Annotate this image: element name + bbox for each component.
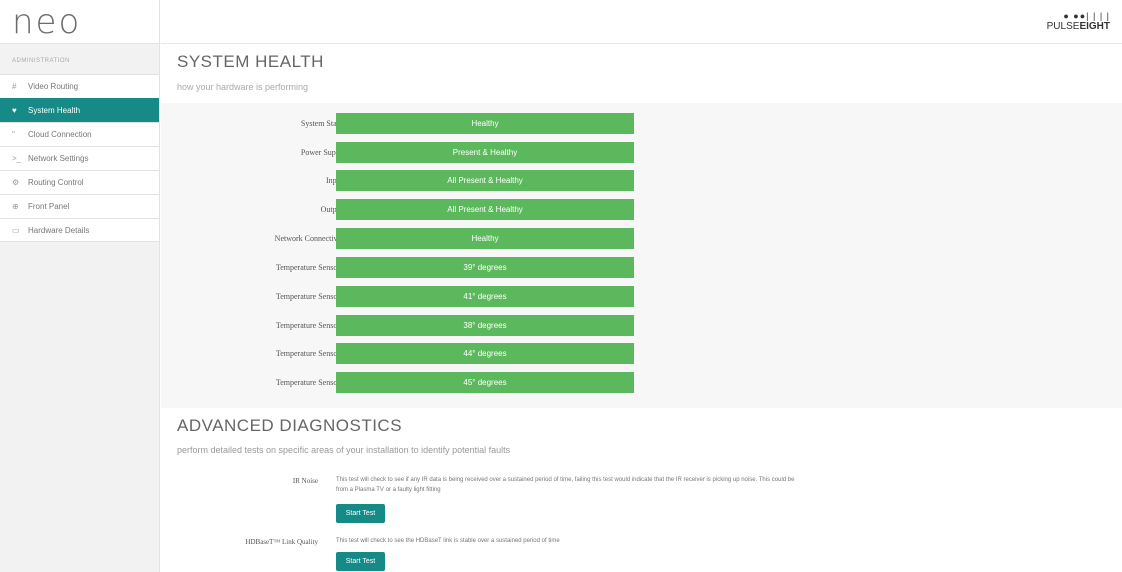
pulse-eight-logo[interactable]: ● ●●| | | | PULSEEIGHT (1047, 11, 1110, 33)
status-badge: Present & Healthy (336, 142, 634, 163)
gears-icon: ⚙ (12, 178, 20, 187)
sidebar-item-cloud-connection[interactable]: ʺ Cloud Connection (0, 122, 159, 146)
health-row: Power Supply Present & Healthy (161, 142, 1122, 164)
status-badge: 41° degrees (336, 286, 634, 307)
sidebar-item-front-panel[interactable]: ⊕ Front Panel (0, 194, 159, 218)
sidebar-item-label: Hardware Details (28, 225, 90, 235)
start-test-hdbaset-button[interactable]: Start Test (336, 552, 385, 571)
diagnostics-subtitle: perform detailed tests on specific areas… (177, 445, 511, 455)
sidebar-item-label: Routing Control (28, 178, 84, 187)
health-row: Temperature Sensor 5 45° degrees (161, 372, 1122, 394)
sidebar-item-label: System Health (28, 106, 81, 115)
sidebar-item-routing-control[interactable]: ⚙ Routing Control (0, 170, 159, 194)
status-badge: 38° degrees (336, 315, 634, 336)
health-row: Network Connectivity Healthy (161, 228, 1122, 250)
sidebar-item-hardware-details[interactable]: ▭ Hardware Details (0, 218, 159, 242)
status-badge: 39° degrees (336, 257, 634, 278)
health-status-panel: System Status Healthy Power Supply Prese… (161, 103, 1122, 408)
sidebar-item-system-health[interactable]: ♥ System Health (0, 98, 159, 122)
sidebar: neo ADMINISTRATION # Video Routing ♥ Sys… (0, 0, 160, 572)
terminal-icon: >_ (12, 154, 22, 163)
sidebar-item-label: Front Panel (28, 202, 70, 211)
hash-icon: # (12, 82, 17, 91)
health-row: Inputs All Present & Healthy (161, 170, 1122, 192)
health-row: Temperature Sensor 4 44° degrees (161, 343, 1122, 365)
sidebar-item-video-routing[interactable]: # Video Routing (0, 74, 159, 98)
page-subtitle: how your hardware is performing (177, 82, 309, 92)
health-row: Temperature Sensor 2 41° degrees (161, 286, 1122, 308)
diagnostics-title: ADVANCED DIAGNOSTICS (177, 416, 403, 435)
health-row: Outputs All Present & Healthy (161, 199, 1122, 221)
status-badge: All Present & Healthy (336, 170, 634, 191)
test-description-ir-noise: This test will check to see if any IR da… (336, 477, 795, 493)
sidebar-item-label: Cloud Connection (28, 130, 92, 139)
top-bar: ● ●●| | | | PULSEEIGHT (161, 0, 1122, 44)
test-label-ir-noise: IR Noise (292, 477, 318, 485)
status-badge: 45° degrees (336, 372, 634, 393)
start-test-ir-noise-button[interactable]: Start Test (336, 504, 385, 523)
status-badge: 44° degrees (336, 343, 634, 364)
nav-heading: ADMINISTRATION (12, 58, 70, 64)
status-badge: Healthy (336, 228, 634, 249)
health-row: Temperature Sensor 1 39° degrees (161, 257, 1122, 279)
heart-icon: ♥ (12, 106, 17, 115)
diagnostics-header: ADVANCED DIAGNOSTICS perform detailed te… (161, 408, 1122, 455)
panel-icon: ⊕ (12, 202, 19, 211)
brand-name-light: PULSE (1046, 21, 1080, 32)
brand-dots-icon: ● ●●| | | | (1063, 11, 1110, 21)
neo-logo[interactable]: neo (12, 4, 159, 40)
signal-icon: ʺ (12, 130, 15, 139)
status-badge: All Present & Healthy (336, 199, 634, 220)
health-row: System Status Healthy (161, 113, 1122, 135)
sidebar-item-label: Network Settings (28, 154, 89, 163)
status-badge: Healthy (336, 113, 634, 134)
health-header: SYSTEM HEALTH how your hardware is perfo… (161, 44, 1122, 102)
test-label-hdbaset: HDBaseT™ Link Quality (245, 538, 318, 546)
brand-name-bold: EIGHT (1079, 21, 1110, 32)
nav-list: # Video Routing ♥ System Health ʺ Cloud … (0, 74, 159, 242)
sidebar-item-network-settings[interactable]: >_ Network Settings (0, 146, 159, 170)
brand-name: PULSEEIGHT (1047, 21, 1110, 32)
main-content: SYSTEM HEALTH how your hardware is perfo… (161, 44, 1122, 572)
hardware-icon: ▭ (12, 225, 20, 235)
page-title: SYSTEM HEALTH (177, 52, 324, 71)
logo-area: neo (0, 0, 159, 44)
health-row: Temperature Sensor 3 38° degrees (161, 315, 1122, 337)
sidebar-item-label: Video Routing (28, 82, 79, 91)
test-description-hdbaset: This test will check to see the HDBaseT … (336, 538, 560, 544)
